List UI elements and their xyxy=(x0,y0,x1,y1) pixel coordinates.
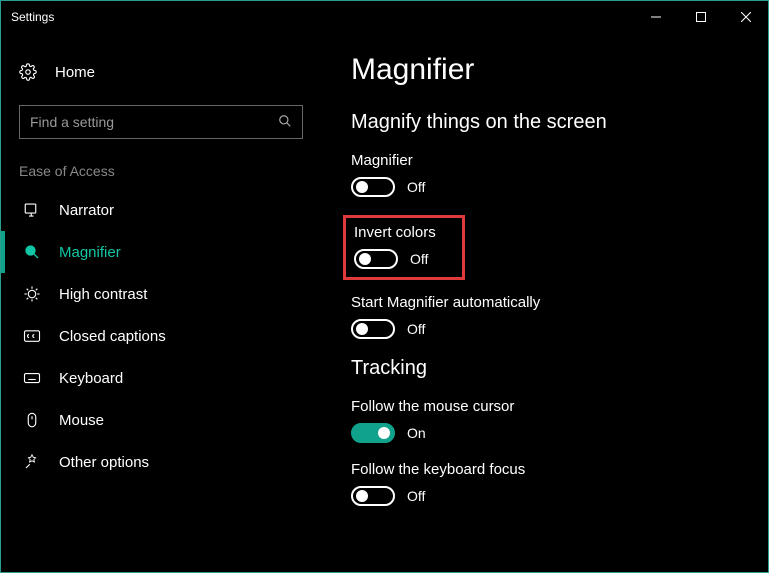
sidebar-item-narrator[interactable]: Narrator xyxy=(1,189,321,231)
mouse-icon xyxy=(23,411,41,429)
magnifier-icon xyxy=(23,243,41,261)
toggle-state: On xyxy=(407,425,426,441)
sidebar-item-other-options[interactable]: Other options xyxy=(1,441,321,483)
sidebar-item-keyboard[interactable]: Keyboard xyxy=(1,357,321,399)
setting-label: Magnifier xyxy=(351,152,738,169)
toggle-follow-mouse[interactable] xyxy=(351,423,395,443)
home-link[interactable]: Home xyxy=(1,53,321,91)
sidebar-item-mouse[interactable]: Mouse xyxy=(1,399,321,441)
search-input[interactable] xyxy=(30,114,278,130)
sidebar-item-closed-captions[interactable]: Closed captions xyxy=(1,315,321,357)
toggle-state: Off xyxy=(407,488,425,504)
highlight-invert-colors: Invert colors Off xyxy=(343,215,465,280)
setting-label: Start Magnifier automatically xyxy=(351,294,738,311)
setting-label: Follow the keyboard focus xyxy=(351,461,738,478)
closed-captions-icon xyxy=(23,327,41,345)
sidebar-item-label: Other options xyxy=(59,454,149,471)
setting-follow-mouse: Follow the mouse cursor On xyxy=(351,398,738,443)
category-label: Ease of Access xyxy=(1,163,321,189)
setting-label: Follow the mouse cursor xyxy=(351,398,738,415)
sidebar-item-label: High contrast xyxy=(59,286,147,303)
sidebar-item-label: Mouse xyxy=(59,412,104,429)
keyboard-icon xyxy=(23,369,41,387)
setting-label: Invert colors xyxy=(354,224,454,241)
other-options-icon xyxy=(23,453,41,471)
page-title: Magnifier xyxy=(351,53,738,87)
window-title: Settings xyxy=(11,10,633,24)
minimize-button[interactable] xyxy=(633,1,678,33)
home-label: Home xyxy=(55,64,95,81)
section-title-magnify: Magnify things on the screen xyxy=(351,111,738,134)
toggle-follow-keyboard[interactable] xyxy=(351,486,395,506)
toggle-auto-start[interactable] xyxy=(351,319,395,339)
titlebar: Settings xyxy=(1,1,768,33)
main-panel: Magnifier Magnify things on the screen M… xyxy=(321,33,768,572)
toggle-state: Off xyxy=(410,251,428,267)
section-title-tracking: Tracking xyxy=(351,357,738,380)
toggle-state: Off xyxy=(407,179,425,195)
sidebar-item-high-contrast[interactable]: High contrast xyxy=(1,273,321,315)
setting-auto-start: Start Magnifier automatically Off xyxy=(351,294,738,339)
gear-icon xyxy=(19,63,37,81)
sidebar-item-label: Keyboard xyxy=(59,370,123,387)
sidebar-item-label: Closed captions xyxy=(59,328,166,345)
search-box[interactable] xyxy=(19,105,303,139)
close-button[interactable] xyxy=(723,1,768,33)
sidebar-item-magnifier[interactable]: Magnifier xyxy=(1,231,321,273)
setting-follow-keyboard: Follow the keyboard focus Off xyxy=(351,461,738,506)
narrator-icon xyxy=(23,201,41,219)
toggle-magnifier[interactable] xyxy=(351,177,395,197)
sidebar-item-label: Narrator xyxy=(59,202,114,219)
setting-magnifier: Magnifier Off xyxy=(351,152,738,197)
sidebar: Home Ease of Access Narrator Magnifier xyxy=(1,33,321,572)
maximize-button[interactable] xyxy=(678,1,723,33)
high-contrast-icon xyxy=(23,285,41,303)
search-icon xyxy=(278,114,292,131)
toggle-state: Off xyxy=(407,321,425,337)
toggle-invert-colors[interactable] xyxy=(354,249,398,269)
sidebar-item-label: Magnifier xyxy=(59,244,121,261)
